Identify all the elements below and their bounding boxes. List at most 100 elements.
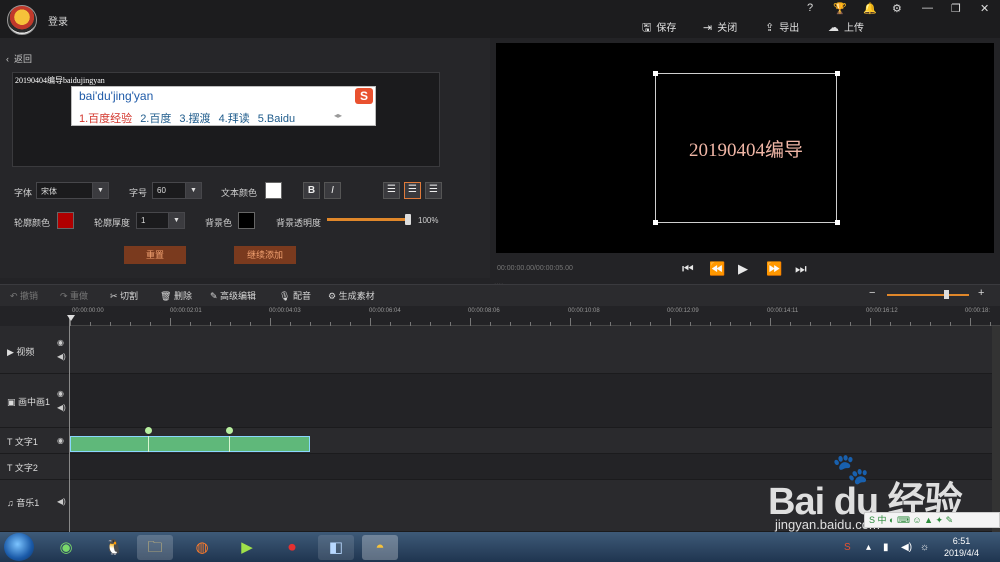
redo-icon: ↷: [60, 291, 71, 301]
playhead-marker-icon[interactable]: [67, 315, 75, 321]
ruler-tick-label: 00:00:18:: [965, 308, 991, 314]
undo-button[interactable]: ↶ 撤销: [10, 289, 38, 302]
reset-button[interactable]: 重置: [124, 246, 186, 264]
resize-handle[interactable]: [653, 220, 658, 225]
network-icon[interactable]: ☼: [920, 542, 929, 553]
ime-candidate[interactable]: 3.摆渡: [179, 113, 210, 125]
align-center-icon[interactable]: ☰: [404, 182, 421, 199]
close-window-icon[interactable]: ✕: [980, 2, 989, 15]
timeline-scrollbar[interactable]: [992, 326, 1000, 532]
track-label-music: ♫ 音乐1: [7, 498, 40, 508]
save-icon: 🖫: [642, 22, 652, 34]
ime-page-arrows-icon[interactable]: ◂▸: [334, 111, 342, 120]
trash-icon: 🗑: [160, 291, 174, 301]
clock-date: 2019/4/4: [944, 548, 980, 558]
export-button[interactable]: ⇪ 导出: [765, 19, 799, 34]
step-forward-icon[interactable]: ⏩: [766, 261, 782, 277]
volume-icon[interactable]: ◀): [901, 542, 912, 553]
chevron-down-icon[interactable]: ▼: [92, 182, 109, 199]
upload-button[interactable]: ☁ 上传: [828, 19, 864, 34]
screen-recorder-icon[interactable]: ⏺: [274, 535, 310, 560]
track-row-pip[interactable]: [70, 374, 992, 428]
outline-width-select[interactable]: 1: [136, 212, 169, 229]
zoom-in-icon[interactable]: +: [978, 287, 984, 299]
step-back-icon[interactable]: ⏪: [709, 261, 725, 277]
vip-icon[interactable]: 🏆: [833, 2, 847, 15]
playhead[interactable]: [69, 318, 70, 532]
chevron-down-icon[interactable]: ▼: [185, 182, 202, 199]
zoom-slider[interactable]: [887, 294, 969, 296]
resize-handle[interactable]: [835, 71, 840, 76]
ime-candidate[interactable]: 1.百度经验: [79, 113, 132, 125]
login-link[interactable]: 登录: [48, 13, 68, 28]
track-label-pip: ▣ 画中画1: [7, 397, 51, 407]
tray-expand-icon[interactable]: ▴: [866, 542, 871, 553]
ruler-corner: [0, 306, 70, 326]
track-label-video: ▶ 视频: [7, 347, 35, 357]
app-logo: [7, 5, 37, 35]
close-button[interactable]: ⇥ 关闭: [703, 19, 737, 34]
ime-status-bar[interactable]: S 中 ◐ ⌨ ☺ ▲ ✦ ✎: [864, 512, 1000, 528]
device-tray-icon[interactable]: ▮: [883, 542, 889, 553]
ime-candidate[interactable]: 4.拜读: [219, 113, 250, 125]
app-window-icon[interactable]: ◧: [318, 535, 354, 560]
skip-forward-icon[interactable]: ⏭: [795, 261, 807, 277]
eye-icon[interactable]: ◉: [57, 436, 64, 445]
notification-icon[interactable]: 🔔: [863, 2, 877, 15]
bg-opacity-slider[interactable]: [327, 218, 409, 221]
speaker-icon[interactable]: ◀): [57, 403, 66, 412]
bg-color-swatch[interactable]: [238, 212, 255, 229]
ime-candidate-list: 1.百度经验 2.百度 3.摆渡 4.拜读 5.Baidu: [79, 110, 303, 126]
redo-button[interactable]: ↷ 重做: [60, 289, 88, 302]
sogou-tray-icon[interactable]: S: [844, 542, 851, 553]
settings-icon[interactable]: ⚙: [892, 2, 902, 15]
minimize-icon[interactable]: —: [922, 2, 933, 14]
ime-candidate[interactable]: 2.百度: [140, 113, 171, 125]
advanced-edit-button[interactable]: ✎ 高级编辑: [210, 289, 256, 302]
speaker-icon[interactable]: ◀): [57, 352, 66, 361]
speaker-icon[interactable]: ◀): [57, 497, 66, 506]
media-player-icon[interactable]: ▶: [229, 535, 265, 560]
keyframe-marker[interactable]: [226, 427, 233, 434]
delete-button[interactable]: 🗑 删除: [160, 289, 192, 302]
continue-add-button[interactable]: 继续添加: [234, 246, 296, 264]
align-left-icon[interactable]: ☰: [383, 182, 400, 199]
help-icon[interactable]: ?: [807, 2, 813, 14]
firefox-icon[interactable]: ◍: [184, 535, 220, 560]
app-360-icon[interactable]: ◉: [48, 535, 84, 560]
restore-icon[interactable]: ❐: [951, 2, 961, 15]
eye-icon[interactable]: ◉: [57, 389, 64, 398]
skip-back-icon[interactable]: ⏮: [682, 261, 694, 277]
bg-opacity-slider-handle[interactable]: [405, 214, 411, 225]
text-clip[interactable]: [70, 436, 310, 452]
cut-button[interactable]: ✂ 切割: [110, 289, 138, 302]
eye-icon[interactable]: ◉: [57, 338, 64, 347]
align-right-icon[interactable]: ☰: [425, 182, 442, 199]
keyframe-marker[interactable]: [145, 427, 152, 434]
dub-button[interactable]: 🎙 配音: [279, 289, 311, 302]
generate-material-button[interactable]: ⚙ 生成素材: [328, 289, 375, 302]
outline-color-swatch[interactable]: [57, 212, 74, 229]
zoom-out-icon[interactable]: −: [869, 287, 875, 299]
ime-candidate[interactable]: 5.Baidu: [258, 113, 295, 125]
qq-icon[interactable]: 🐧: [96, 535, 132, 560]
track-row-video[interactable]: [70, 326, 992, 374]
start-button[interactable]: [4, 533, 34, 561]
chevron-down-icon[interactable]: ▼: [168, 212, 185, 229]
text-color-swatch[interactable]: [265, 182, 282, 199]
text-input-value: 20190404编导baidujingyan: [15, 76, 105, 85]
italic-button[interactable]: I: [324, 182, 341, 199]
resize-handle[interactable]: [835, 220, 840, 225]
bg-color-label: 背景色: [205, 218, 233, 228]
save-button[interactable]: 🖫 保存: [642, 19, 676, 38]
resize-handle[interactable]: [653, 71, 658, 76]
bold-button[interactable]: B: [303, 182, 320, 199]
back-link[interactable]: ‹ 返回: [6, 52, 32, 65]
video-editor-taskbar-icon[interactable]: ◓: [362, 535, 398, 560]
system-clock[interactable]: 6:51 2019/4/4: [944, 535, 979, 559]
zoom-slider-handle[interactable]: [944, 290, 949, 299]
font-size-select[interactable]: 60: [152, 182, 186, 199]
font-select[interactable]: 宋体: [36, 182, 93, 199]
play-icon[interactable]: ▶: [738, 261, 748, 277]
file-explorer-icon[interactable]: 🗀: [137, 535, 173, 560]
